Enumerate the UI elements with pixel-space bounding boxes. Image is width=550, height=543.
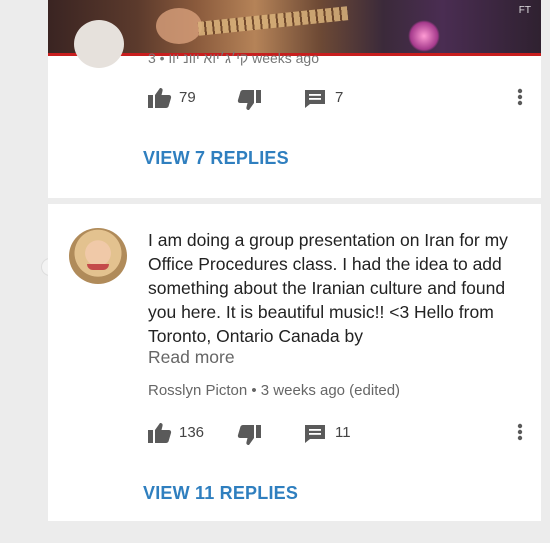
comment-text: I am doing a group presentation on Iran … (148, 230, 508, 346)
avatar[interactable] (74, 20, 124, 68)
read-more-link[interactable]: Read more (148, 347, 235, 368)
view-replies-button[interactable]: VIEW 7 REPLIES (143, 148, 289, 169)
view-replies-button[interactable]: VIEW 11 REPLIES (143, 483, 298, 504)
like-count: 79 (179, 89, 196, 106)
thumbs-down-icon[interactable] (237, 89, 261, 111)
more-vert-icon[interactable] (516, 421, 524, 443)
comment-meta: Rosslyn Picton • 3 weeks ago (edited) (148, 382, 401, 399)
comment-actions: 79 7 (148, 86, 528, 110)
comment-actions: 136 11 (148, 421, 528, 445)
comment-icon[interactable] (304, 424, 326, 444)
divider (48, 198, 541, 204)
like-count: 136 (179, 424, 205, 441)
reply-count: 7 (335, 89, 344, 106)
reply-count: 11 (335, 424, 351, 441)
thumbs-up-icon[interactable] (148, 87, 172, 109)
comment-meta: קי׳ג׳יוא יוונ יוו • 3 weeks ago (148, 50, 320, 66)
comment-icon[interactable] (304, 89, 326, 109)
thumbs-up-icon[interactable] (148, 422, 172, 444)
avatar[interactable] (69, 228, 127, 284)
thumbs-down-icon[interactable] (237, 424, 261, 446)
channel-logo: FT (518, 5, 531, 16)
more-vert-icon[interactable] (516, 86, 524, 108)
comments-card: FT קי׳ג׳יוא יוונ יוו • 3 weeks ago 79 7 … (48, 0, 541, 521)
